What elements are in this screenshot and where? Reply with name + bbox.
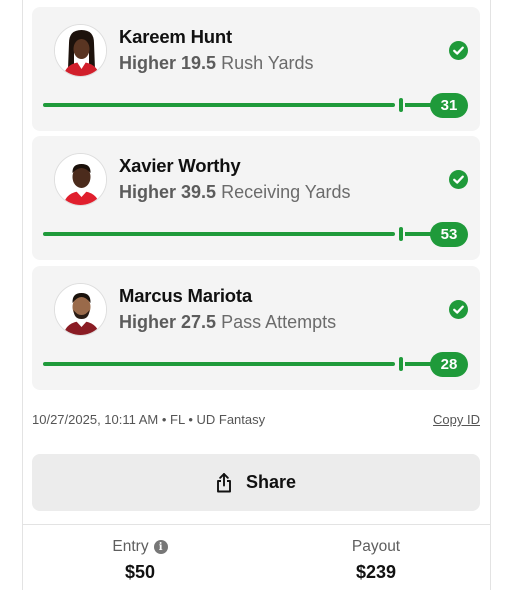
pick-stat: Rush Yards xyxy=(221,53,314,73)
pick-stat: Pass Attempts xyxy=(221,312,337,332)
entry-summary: Entry i $50 xyxy=(70,538,210,583)
progress-track xyxy=(43,232,395,236)
progress-track xyxy=(43,362,395,366)
payout-label: Payout xyxy=(351,538,401,555)
pick-line: Higher 27.5 Pass Attempts xyxy=(119,312,336,333)
pick-direction: Higher xyxy=(119,182,177,202)
info-icon[interactable]: i xyxy=(153,540,168,554)
player-avatar xyxy=(54,153,107,206)
player-avatar xyxy=(54,283,107,336)
progress-track xyxy=(43,103,395,107)
pick-line: Higher 39.5 Receiving Yards xyxy=(119,182,351,203)
payout-amount: $239 xyxy=(355,562,397,582)
pick-card[interactable]: Marcus Mariota Higher 27.5 Pass Attempts… xyxy=(32,266,480,390)
footer-divider xyxy=(22,524,491,525)
check-icon xyxy=(449,300,468,319)
pick-card[interactable]: Xavier Worthy Higher 39.5 Receiving Yard… xyxy=(32,136,480,260)
result-value-badge: 53 xyxy=(430,222,468,247)
pick-line-value: 27.5 xyxy=(181,312,217,332)
entry-amount: $50 xyxy=(124,562,156,582)
check-icon xyxy=(449,41,468,60)
line-marker xyxy=(399,227,403,241)
pick-stat: Receiving Yards xyxy=(221,182,351,202)
share-icon xyxy=(217,472,231,492)
check-icon xyxy=(449,170,468,189)
player-avatar xyxy=(54,24,107,77)
line-marker xyxy=(399,357,403,371)
payout-summary: Payout $239 xyxy=(306,538,446,583)
share-button[interactable]: Share xyxy=(32,454,480,511)
pick-line: Higher 19.5 Rush Yards xyxy=(119,53,313,74)
pick-line-value: 39.5 xyxy=(181,182,217,202)
share-button-label: Share xyxy=(245,472,297,492)
line-marker xyxy=(399,98,403,112)
player-name: Kareem Hunt xyxy=(119,26,232,47)
entry-meta-info: 10/27/2025, 10:11 AM • FL • UD Fantasy xyxy=(32,412,266,427)
pick-card[interactable]: Kareem Hunt Higher 19.5 Rush Yards 31 xyxy=(32,7,480,131)
entry-meta-row: 10/27/2025, 10:11 AM • FL • UD Fantasy C… xyxy=(32,412,480,427)
pick-direction: Higher xyxy=(119,53,177,73)
pick-line-value: 19.5 xyxy=(181,53,217,73)
player-name: Marcus Mariota xyxy=(119,285,252,306)
entry-label-row: Entry i xyxy=(112,538,168,556)
result-value-badge: 31 xyxy=(430,93,468,118)
entry-label: Entry xyxy=(112,538,149,555)
result-value-badge: 28 xyxy=(430,352,468,377)
copy-id-link[interactable]: Copy ID xyxy=(433,412,480,427)
pick-direction: Higher xyxy=(119,312,177,332)
player-name: Xavier Worthy xyxy=(119,155,241,176)
